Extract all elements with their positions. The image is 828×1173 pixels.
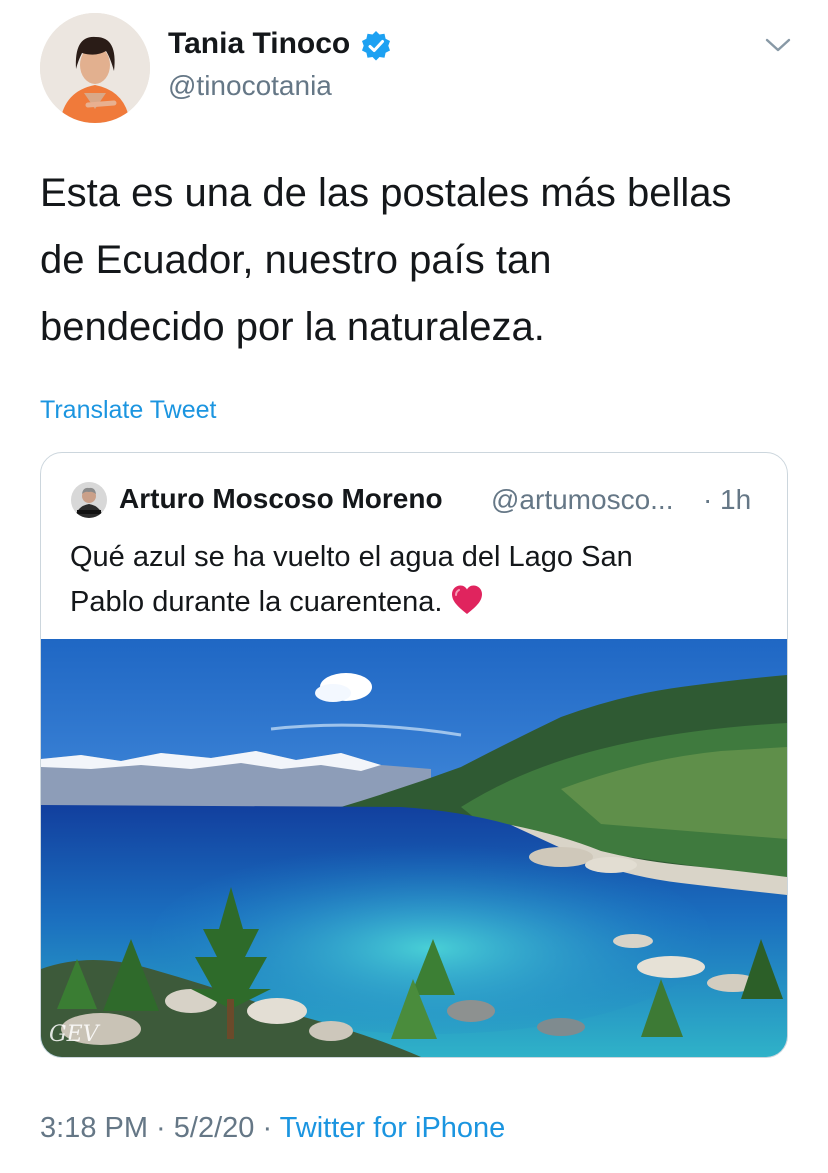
red-heart-emoji: [452, 585, 483, 614]
tweet-metadata: 3:18 PM · 5/2/20 · Twitter for iPhone: [40, 1112, 505, 1145]
quoted-author-name: Arturo Moscoso Moreno: [119, 483, 443, 514]
metadata-separator: ·: [254, 1112, 280, 1144]
tweet-timestamp[interactable]: 3:18 PM · 5/2/20: [40, 1112, 254, 1144]
quoted-separator-dot: ·: [703, 484, 713, 515]
quoted-author-handle: @artumosco...: [491, 484, 674, 515]
quoted-text-line: Qué azul se ha vuelto el agua del Lago S…: [70, 541, 633, 573]
author-avatar-image: [40, 13, 150, 123]
translate-tweet-link[interactable]: Translate Tweet: [40, 396, 216, 425]
verified-badge-icon: [362, 31, 390, 61]
tweet-text-line: bendecido por la naturaleza.: [40, 305, 545, 349]
author-avatar[interactable]: [40, 13, 150, 123]
quoted-tweet-image[interactable]: GEV: [41, 639, 787, 1057]
quoted-author-avatar-image: [71, 482, 107, 518]
quoted-text-line-content: Pablo durante la cuarentena.: [70, 586, 443, 618]
image-watermark: GEV: [49, 1022, 101, 1047]
quoted-tweet-text: Qué azul se ha vuelto el agua del Lago S…: [70, 535, 760, 625]
quoted-author-avatar: [71, 482, 107, 518]
chevron-down-icon[interactable]: [764, 34, 792, 56]
tweet-text: Esta es una de las postales más bellas d…: [40, 160, 800, 361]
tweet-text-line: de Ecuador, nuestro país tan: [40, 238, 552, 282]
quoted-tweet-card[interactable]: Arturo Moscoso Moreno @artumosco... · 1h…: [40, 452, 788, 1058]
author-name[interactable]: Tania Tinoco: [168, 27, 350, 61]
tweet-source-link[interactable]: Twitter for iPhone: [280, 1112, 506, 1144]
quoted-timestamp: 1h: [720, 484, 752, 515]
quoted-text-line: Pablo durante la cuarentena.: [70, 580, 760, 625]
tweet-text-line: Esta es una de las postales más bellas: [40, 171, 732, 215]
author-handle[interactable]: @tinocotania: [168, 70, 332, 102]
